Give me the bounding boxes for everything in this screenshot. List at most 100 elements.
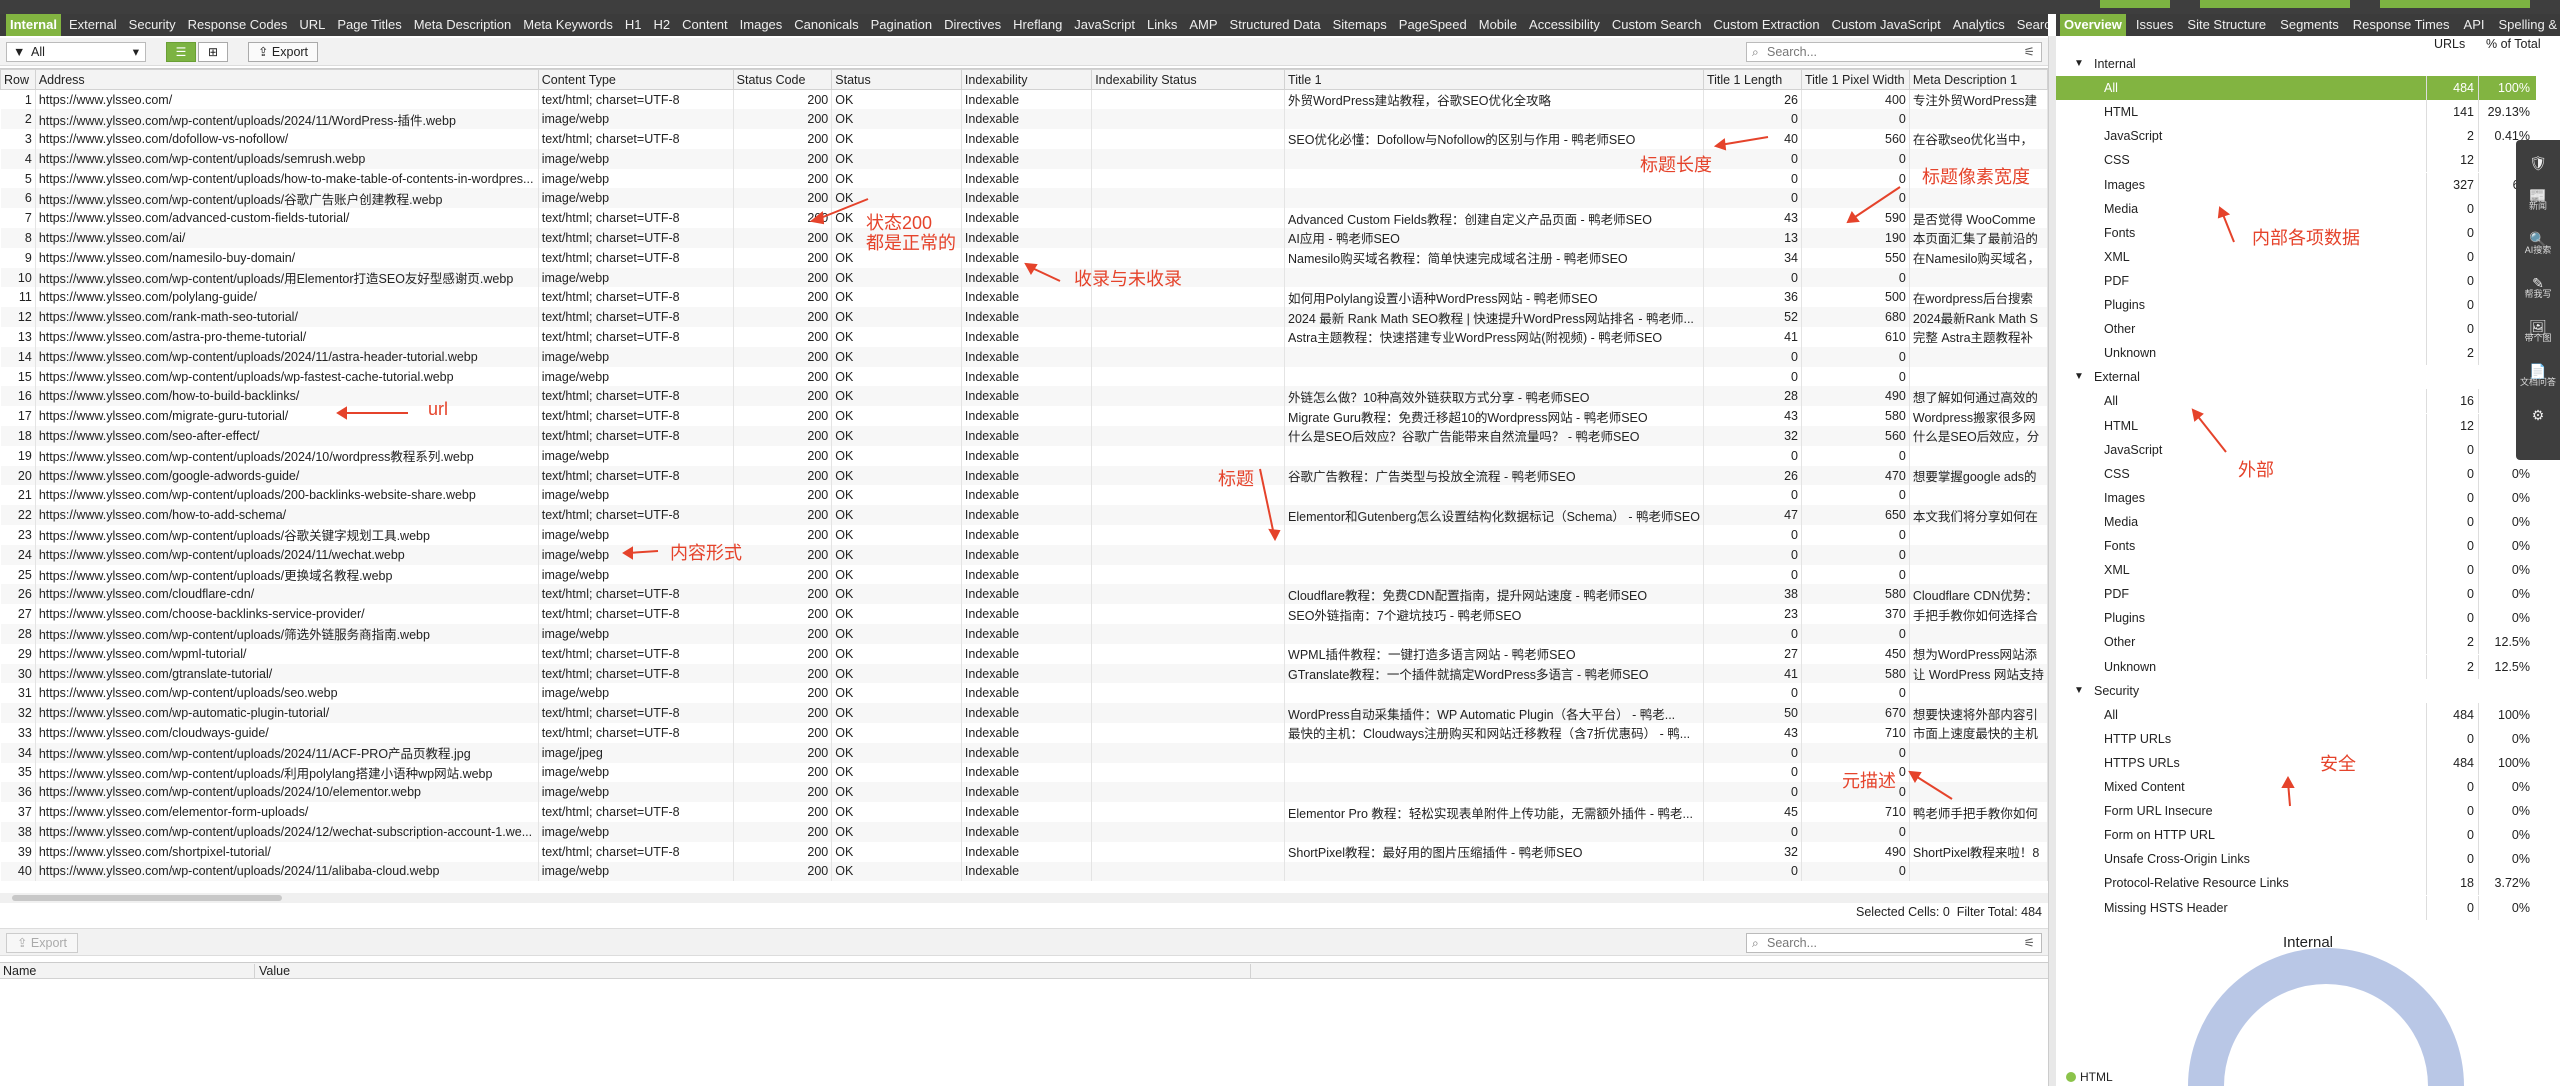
lower-export-label: Export [30, 936, 68, 950]
title-bar [0, 0, 2560, 14]
tab-custom-javascript[interactable]: Custom JavaScript [1828, 14, 1945, 36]
scrollbar-thumb[interactable] [12, 895, 282, 901]
lower-export-button[interactable]: ⇪ Export [6, 933, 78, 953]
tab-mobile[interactable]: Mobile [1475, 14, 1521, 36]
list-view-button[interactable]: ☰ [166, 42, 196, 62]
col-value-header[interactable]: Value [254, 964, 290, 978]
tab-hreflang[interactable]: Hreflang [1009, 14, 1066, 36]
annotation-arrowhead [809, 211, 825, 225]
tab-search-console[interactable]: Search Console [2013, 14, 2048, 36]
right-tab-segments[interactable]: Segments [2276, 14, 2343, 36]
tab-sitemaps[interactable]: Sitemaps [1329, 14, 1391, 36]
lower-search-placeholder: Search... [1767, 936, 1818, 950]
header-button[interactable] [2200, 0, 2350, 8]
tab-internal[interactable]: Internal [6, 14, 61, 36]
tab-h1[interactable]: H1 [621, 14, 646, 36]
tab-page-titles[interactable]: Page Titles [333, 14, 405, 36]
tab-analytics[interactable]: Analytics [1949, 14, 2009, 36]
doc-icon[interactable]: 📄 文档问答 [2516, 363, 2560, 388]
search-icon: ⌕ [1752, 936, 1759, 950]
annotation-status: 状态200 都是正常的 [866, 213, 956, 253]
right-tab-issues[interactable]: Issues [2132, 14, 2178, 36]
status-bar: Selected Cells: 0 Filter Total: 484 [0, 903, 2048, 921]
annotation-external: 外部 [2238, 460, 2274, 480]
search-input[interactable]: ⌕ Search... ⚟ [1746, 42, 2042, 62]
tab-accessibility[interactable]: Accessibility [1525, 14, 1604, 36]
tab-custom-extraction[interactable]: Custom Extraction [1709, 14, 1823, 36]
ai-search-icon[interactable]: 🔍 AI搜索 [2516, 232, 2560, 256]
filter-total: Filter Total: 484 [1956, 905, 2042, 919]
side-tool-label: AI搜索 [2524, 245, 2552, 255]
annotation-title: 标题 [1218, 469, 1254, 489]
annotation-indexability: 收录与未收录 [1074, 269, 1182, 289]
search-placeholder: Search... [1767, 45, 1818, 59]
tab-security[interactable]: Security [125, 14, 180, 36]
lower-details-grid: Name Value [0, 962, 2048, 1086]
annotation-arrowhead [1713, 138, 1727, 151]
tab-directives[interactable]: Directives [940, 14, 1005, 36]
donut-chart [2188, 948, 2464, 1086]
tab-canonicals[interactable]: Canonicals [790, 14, 862, 36]
filter-value: All [31, 45, 45, 59]
overview-annotation-arrows [2191, 206, 2295, 807]
settings-icon-glyph: ⚙ [2531, 407, 2545, 423]
tab-custom-search[interactable]: Custom Search [1608, 14, 1706, 36]
col-name-header[interactable]: Name [3, 964, 36, 978]
write-icon[interactable]: ✎ 帮我写 [2516, 275, 2560, 300]
legend-label: HTML [2080, 1070, 2113, 1084]
tab-url[interactable]: URL [295, 14, 329, 36]
annotation-arrowhead [1846, 211, 1860, 224]
annotation-arrow [2221, 211, 2235, 243]
annotation-arrows [336, 136, 1953, 800]
donut-segment [2188, 948, 2464, 1086]
right-tab-overview[interactable]: Overview [2060, 14, 2126, 36]
tab-content[interactable]: Content [678, 14, 732, 36]
chart-legend: HTML [2066, 1070, 2113, 1084]
settings-icon[interactable]: ⚙ [2516, 407, 2560, 423]
annotation-internal-data: 内部各项数据 [2252, 228, 2360, 248]
lower-search-input[interactable]: ⌕ Search... ⚟ [1746, 933, 2042, 953]
tab-meta-description[interactable]: Meta Description [410, 14, 516, 36]
legend-swatch [2066, 1072, 2076, 1082]
export-button[interactable]: ⇪ Export [248, 42, 318, 62]
settings-icon[interactable]: ⚟ [2024, 43, 2035, 61]
main-tab-strip: Internal External Security Response Codes UR… [0, 14, 2048, 36]
news-icon[interactable]: 📰 新闻 [2516, 187, 2560, 212]
tab-pagination[interactable]: Pagination [867, 14, 936, 36]
side-tool-label: 文档问答 [2519, 377, 2556, 387]
tab-external[interactable]: External [65, 14, 121, 36]
panel-splitter[interactable] [2048, 36, 2056, 1086]
write-icon-glyph: ✎ [2532, 275, 2544, 291]
annotation-meta-description: 元描述 [1842, 771, 1896, 791]
right-tab-site-structure[interactable]: Site Structure [2183, 14, 2270, 36]
tab-images[interactable]: Images [736, 14, 787, 36]
tab-amp[interactable]: AMP [1185, 14, 1221, 36]
tab-response-codes[interactable]: Response Codes [184, 14, 292, 36]
settings-icon[interactable]: ⚟ [2024, 934, 2035, 952]
header-button[interactable] [2100, 0, 2170, 8]
tab-pagespeed[interactable]: PageSpeed [1395, 14, 1471, 36]
image-icon[interactable]: 🖼 带个图 [2516, 320, 2560, 344]
annotation-url: url [428, 399, 449, 419]
right-tab-response-times[interactable]: Response Times [2349, 14, 2454, 36]
tree-view-button[interactable]: ⊞ [198, 42, 228, 62]
data-grid: Row Address Content Type Status Code Status I… [0, 68, 2048, 906]
horizontal-scrollbar[interactable] [0, 893, 2048, 903]
doc-icon-glyph: 📄 [2529, 363, 2547, 379]
annotation-content-type: 内容形式 [670, 543, 742, 563]
news-icon-glyph: 📰 [2529, 187, 2547, 203]
annotation-arrow [1851, 186, 1901, 220]
tab-structured-data[interactable]: Structured Data [1226, 14, 1325, 36]
tab-meta-keywords[interactable]: Meta Keywords [519, 14, 617, 36]
shield-icon[interactable]: 🛡 [2516, 156, 2560, 170]
header-button[interactable] [2380, 0, 2530, 8]
upload-icon: ⇪ [257, 45, 272, 59]
filter-dropdown[interactable]: ▼ All ▾ [6, 42, 146, 62]
tab-links[interactable]: Links [1143, 14, 1181, 36]
annotation-arrow [1259, 468, 1275, 536]
tab-javascript[interactable]: JavaScript [1070, 14, 1139, 36]
right-tab-api[interactable]: API [2460, 14, 2489, 36]
right-tab-spelling-g[interactable]: Spelling & G [2495, 14, 2560, 36]
annotation-arrowhead [1024, 262, 1038, 275]
tab-h2[interactable]: H2 [649, 14, 674, 36]
